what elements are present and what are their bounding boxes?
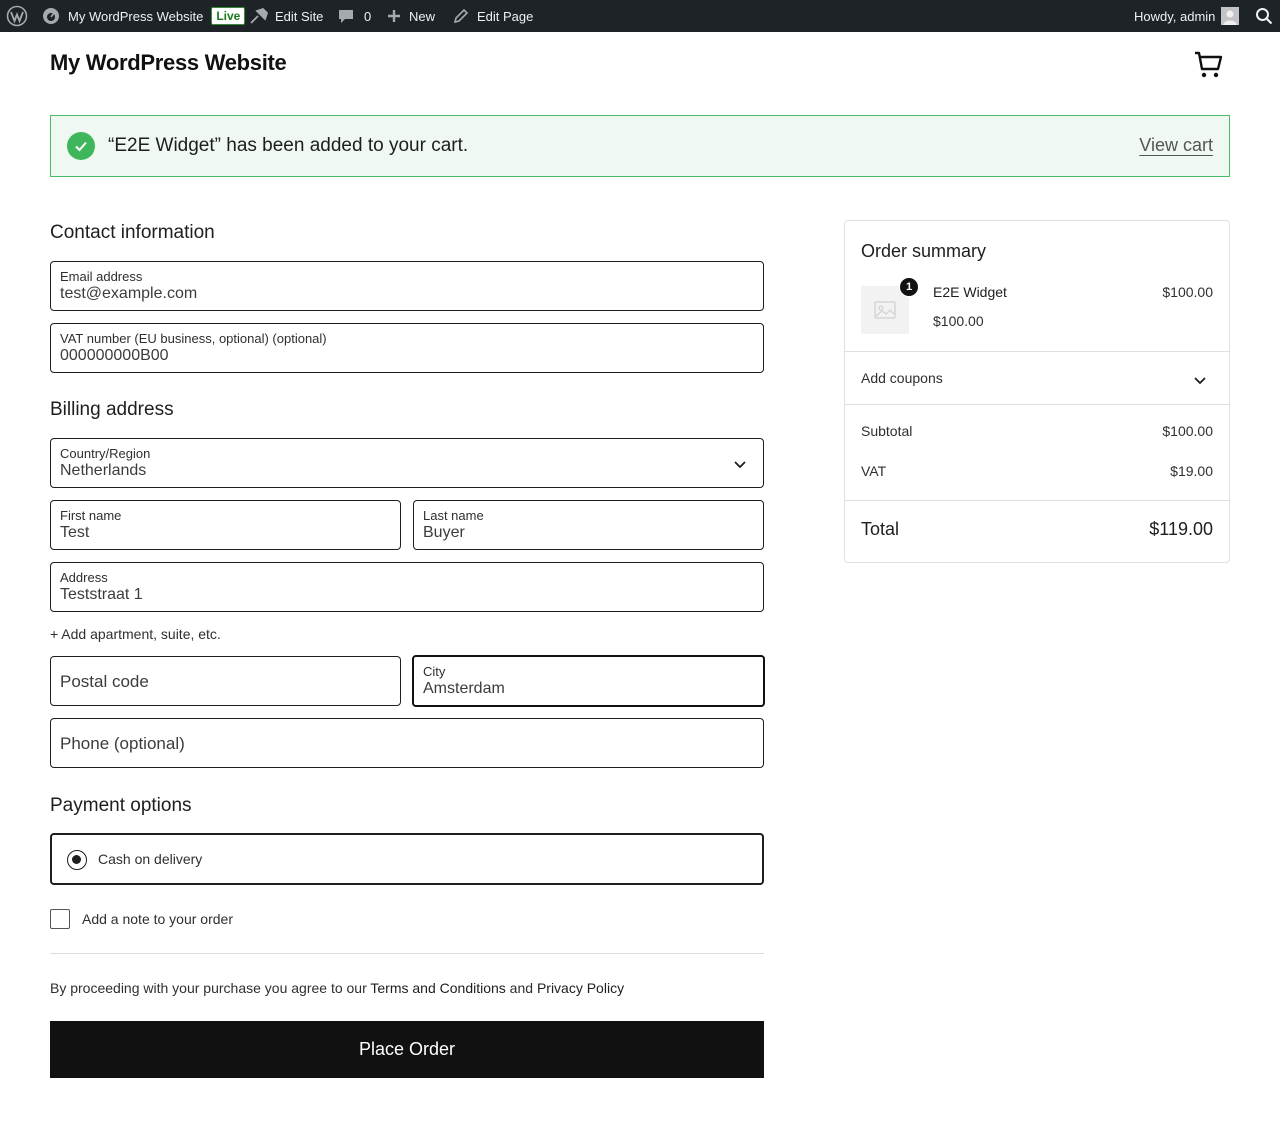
- payment-option-cod[interactable]: Cash on delivery: [50, 833, 764, 885]
- summary-divider: [845, 404, 1229, 405]
- item-name: E2E Widget: [933, 284, 1007, 300]
- site-title[interactable]: My WordPress Website: [50, 50, 287, 76]
- total-value: $119.00: [1149, 519, 1213, 539]
- dashboard-icon: [43, 8, 59, 24]
- edit-site-icon: [250, 7, 269, 24]
- terms-and: and: [505, 980, 537, 996]
- last-name-field[interactable]: Last name Buyer: [413, 500, 764, 550]
- country-label: Country/Region: [60, 446, 151, 461]
- address-label: Address: [60, 570, 108, 585]
- live-badge: Live: [211, 7, 246, 25]
- terms-text: By proceeding with your purchase you agr…: [50, 980, 624, 996]
- item-price: $100.00: [1162, 284, 1213, 300]
- order-summary: Order summary 1 E2E Widget $100.00 $100.…: [844, 220, 1230, 563]
- check-icon: [67, 132, 95, 160]
- vat-number-field[interactable]: VAT number (EU business, optional) (opti…: [50, 323, 764, 373]
- address-value: Teststraat 1: [60, 586, 143, 603]
- item-unit-price: $100.00: [933, 313, 984, 329]
- summary-divider: [845, 351, 1229, 352]
- comment-icon: [339, 10, 353, 23]
- contact-heading: Contact information: [50, 222, 215, 243]
- comments-button[interactable]: 0: [337, 0, 371, 32]
- added-to-cart-notice: “E2E Widget” has been added to your cart…: [50, 115, 1230, 177]
- view-cart-link[interactable]: View cart: [1139, 135, 1213, 156]
- city-value: Amsterdam: [423, 680, 505, 697]
- chevron-down-icon: [734, 461, 746, 469]
- phone-field[interactable]: Phone (optional): [50, 718, 764, 768]
- order-note-checkbox[interactable]: [50, 909, 70, 929]
- my-account-menu[interactable]: Howdy, admin: [1134, 0, 1240, 32]
- edit-page-label: Edit Page: [477, 8, 534, 24]
- country-select[interactable]: Country/Region Netherlands: [50, 438, 764, 488]
- city-label: City: [423, 664, 446, 679]
- place-order-button[interactable]: Place Order: [50, 1021, 764, 1078]
- cart-icon: [1195, 51, 1223, 78]
- country-value: Netherlands: [60, 462, 147, 479]
- avatar: [1221, 7, 1240, 25]
- payment-option-label: Cash on delivery: [98, 851, 203, 867]
- first-name-field[interactable]: First name Test: [50, 500, 401, 550]
- image-placeholder-icon: [874, 301, 896, 319]
- address-field[interactable]: Address Teststraat 1: [50, 562, 764, 612]
- email-value: test@example.com: [60, 285, 198, 302]
- privacy-link[interactable]: Privacy Policy: [537, 980, 624, 996]
- wordpress-icon: [6, 5, 28, 27]
- plus-icon: [388, 10, 400, 22]
- site-name-label: My WordPress Website: [68, 8, 204, 24]
- last-name-value: Buyer: [423, 524, 465, 541]
- divider: [50, 953, 764, 954]
- email-field[interactable]: Email address test@example.com: [50, 261, 764, 311]
- pencil-icon: [453, 8, 469, 24]
- subtotal-value: $100.00: [1162, 423, 1213, 439]
- terms-link[interactable]: Terms and Conditions: [370, 980, 505, 996]
- chevron-down-icon[interactable]: [1193, 373, 1207, 387]
- last-name-label: Last name: [423, 508, 484, 523]
- payment-heading: Payment options: [50, 795, 192, 816]
- edit-site-button[interactable]: Edit Site: [249, 0, 323, 32]
- vat-number-label: VAT number (EU business, optional) (opti…: [60, 331, 327, 346]
- admin-bar: My WordPress Website Live Edit Site 0 Ne…: [0, 0, 1280, 32]
- phone-placeholder: Phone (optional): [60, 734, 185, 753]
- subtotal-label: Subtotal: [861, 423, 913, 439]
- summary-divider: [845, 500, 1229, 501]
- edit-page-button[interactable]: Edit Page: [452, 0, 533, 32]
- search-icon: [1256, 8, 1273, 25]
- quantity-badge: 1: [899, 277, 919, 297]
- new-content-button[interactable]: New: [386, 0, 435, 32]
- postal-code-placeholder: Postal code: [60, 672, 149, 691]
- first-name-value: Test: [60, 524, 90, 541]
- edit-site-label: Edit Site: [275, 8, 324, 24]
- payment-radio[interactable]: [67, 850, 87, 870]
- order-summary-title: Order summary: [861, 241, 987, 261]
- order-note-label[interactable]: Add a note to your order: [82, 911, 233, 927]
- admin-search-button[interactable]: [1255, 0, 1273, 32]
- add-coupons-toggle[interactable]: Add coupons: [861, 370, 943, 386]
- cart-button[interactable]: [1192, 48, 1224, 85]
- total-label: Total: [861, 519, 900, 539]
- first-name-label: First name: [60, 508, 122, 523]
- city-field[interactable]: City Amsterdam: [412, 655, 765, 707]
- howdy-label: Howdy, admin: [1134, 8, 1216, 24]
- postal-code-field[interactable]: Postal code: [50, 656, 401, 706]
- terms-prefix: By proceeding with your purchase you agr…: [50, 980, 371, 996]
- add-apartment-link[interactable]: + Add apartment, suite, etc.: [50, 626, 221, 642]
- email-label: Email address: [60, 269, 143, 284]
- vat-label: VAT: [861, 463, 887, 479]
- vat-number-value: 000000000B00: [60, 347, 169, 364]
- vat-value: $19.00: [1170, 463, 1213, 479]
- site-name-menu[interactable]: My WordPress Website Live: [42, 0, 246, 32]
- billing-heading: Billing address: [50, 399, 174, 420]
- wordpress-logo-button[interactable]: [6, 0, 28, 32]
- comments-count: 0: [364, 8, 372, 24]
- notice-message: “E2E Widget” has been added to your cart…: [108, 135, 469, 156]
- new-label: New: [409, 8, 436, 24]
